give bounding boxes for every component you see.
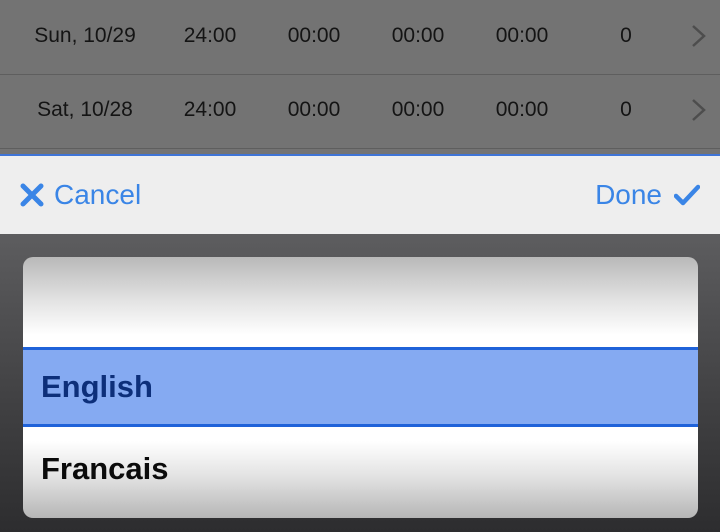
table-row[interactable]: Sat, 10/28 24:00 00:00 00:00 00:00 0	[0, 74, 720, 149]
cancel-button[interactable]: Cancel	[20, 156, 141, 234]
chevron-right-icon[interactable]	[686, 23, 710, 49]
done-button[interactable]: Done	[595, 156, 700, 234]
row-value: 00:00	[391, 24, 445, 47]
row-value: 00:00	[391, 98, 445, 121]
row-count: 0	[620, 24, 632, 47]
picker-option-english[interactable]: English	[23, 347, 698, 427]
cancel-label: Cancel	[54, 179, 142, 210]
row-date: Sun, 10/29	[34, 24, 136, 47]
done-label: Done	[595, 179, 662, 210]
language-picker[interactable]: English Francais	[23, 257, 698, 518]
checkmark-icon	[674, 184, 700, 206]
row-value: 00:00	[495, 98, 549, 121]
table-row[interactable]: Sun, 10/29 24:00 00:00 00:00 00:00 0	[0, 0, 720, 75]
row-count: 0	[620, 98, 632, 121]
row-total: 24:00	[183, 98, 237, 121]
log-table: Sun, 10/29 24:00 00:00 00:00 00:00 0 Sat…	[0, 0, 720, 156]
row-date: Sat, 10/28	[37, 98, 133, 121]
picker-empty-slot	[23, 257, 698, 347]
row-total: 24:00	[183, 24, 237, 47]
row-value: 00:00	[495, 24, 549, 47]
row-value: 00:00	[287, 24, 341, 47]
chevron-right-icon[interactable]	[686, 97, 710, 123]
row-value: 00:00	[287, 98, 341, 121]
close-icon	[20, 183, 44, 207]
picker-toolbar: Cancel Done	[0, 156, 720, 234]
picker-option-francais[interactable]: Francais	[23, 427, 698, 511]
